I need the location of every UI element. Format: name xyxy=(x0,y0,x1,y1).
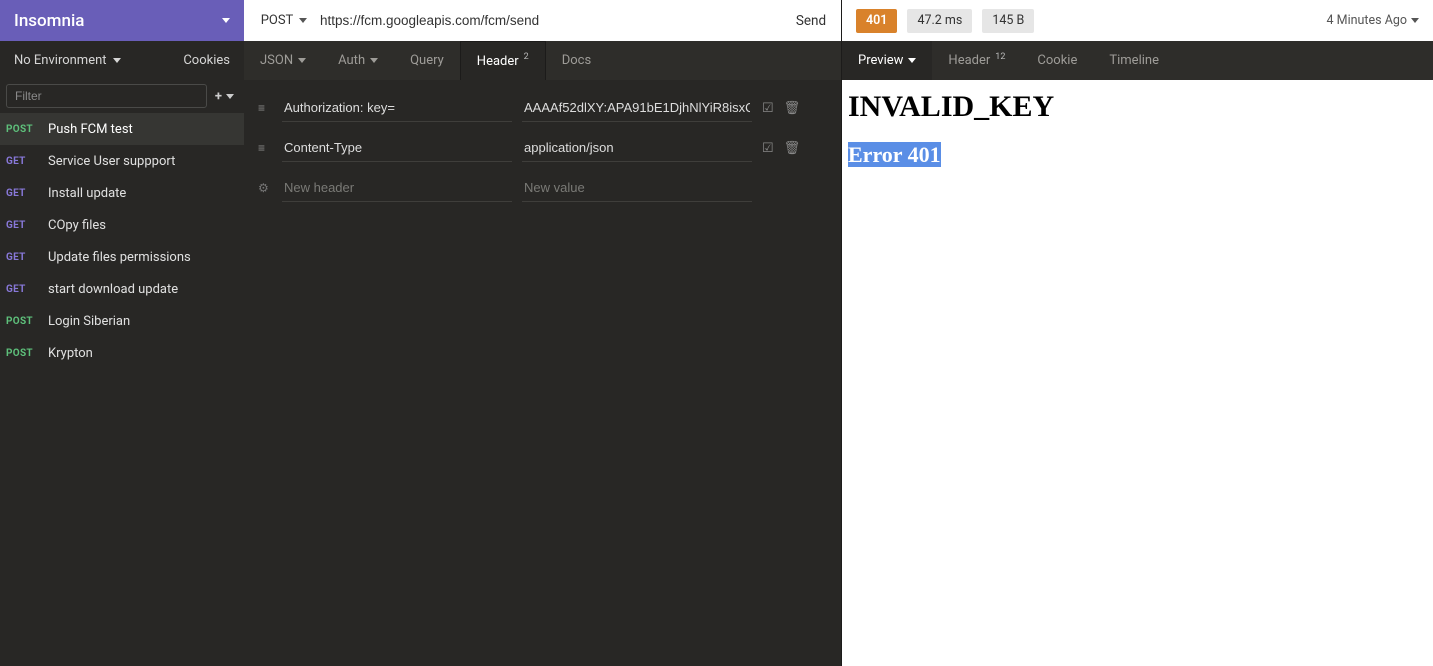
request-panel: POST Send JSON Auth Query Header 2 xyxy=(244,0,842,666)
filter-input[interactable] xyxy=(6,84,207,108)
chevron-down-icon xyxy=(1411,18,1419,23)
request-method-label: GET xyxy=(6,188,38,199)
method-dropdown[interactable]: POST xyxy=(244,13,314,28)
request-item[interactable]: POST Krypton xyxy=(0,337,244,369)
header-row-new: ⚙ ☑🗑 xyxy=(258,168,827,208)
request-item[interactable]: GET COpy files xyxy=(0,209,244,241)
workspace-header[interactable]: Insomnia xyxy=(0,0,244,41)
request-list: POST Push FCM test GET Service User supppor… xyxy=(0,113,244,369)
environment-label: No Environment xyxy=(14,53,107,68)
toggle-header-icon[interactable]: ☑ xyxy=(762,101,774,116)
chevron-down-icon xyxy=(298,58,306,63)
header-row: ≡ ☑ 🗑 xyxy=(258,88,827,128)
environment-row: No Environment Cookies xyxy=(0,41,244,79)
method-label: POST xyxy=(261,13,294,28)
request-item[interactable]: GET Update files permissions xyxy=(0,241,244,273)
response-time-pill: 47.2 ms xyxy=(907,9,972,33)
chevron-down-icon xyxy=(226,94,234,99)
chevron-down-icon xyxy=(113,58,121,63)
header-value-input[interactable] xyxy=(522,94,752,122)
response-body: INVALID_KEY Error 401 xyxy=(842,80,1433,666)
request-name-label: Install update xyxy=(48,186,126,201)
request-method-label: POST xyxy=(6,316,38,327)
delete-header-icon[interactable]: 🗑 xyxy=(784,101,801,116)
filter-row: + xyxy=(0,79,244,113)
tab-json[interactable]: JSON xyxy=(244,41,322,80)
request-tabs: JSON Auth Query Header 2 Docs xyxy=(244,41,841,80)
response-error-heading: Error 401 xyxy=(848,142,941,167)
gear-icon[interactable]: ⚙ xyxy=(258,181,272,195)
chevron-down-icon xyxy=(908,58,916,63)
header-key-input[interactable] xyxy=(282,94,512,122)
chevron-down-icon xyxy=(222,18,230,23)
chevron-down-icon xyxy=(370,58,378,63)
tab-docs[interactable]: Docs xyxy=(546,41,607,80)
tab-cookie[interactable]: Cookie xyxy=(1021,41,1093,80)
request-method-label: GET xyxy=(6,156,38,167)
response-tabs: Preview Header 12 Cookie Timeline xyxy=(842,41,1433,80)
toggle-header-icon[interactable]: ☑ xyxy=(762,141,774,156)
request-method-label: POST xyxy=(6,124,38,135)
tab-response-header[interactable]: Header 12 xyxy=(932,41,1021,80)
request-method-label: GET xyxy=(6,220,38,231)
header-row: ≡ ☑ 🗑 xyxy=(258,128,827,168)
tab-query[interactable]: Query xyxy=(394,41,460,80)
response-header-count-badge: 12 xyxy=(995,52,1005,62)
header-value-input[interactable] xyxy=(522,134,752,162)
tab-auth[interactable]: Auth xyxy=(322,41,394,80)
chevron-down-icon xyxy=(299,18,307,23)
request-method-label: GET xyxy=(6,252,38,263)
request-item[interactable]: POST Push FCM test xyxy=(0,113,244,145)
request-item[interactable]: GET start download update xyxy=(0,273,244,305)
plus-icon: + xyxy=(215,89,222,104)
url-input[interactable] xyxy=(314,13,781,28)
response-panel: 401 47.2 ms 145 B 4 Minutes Ago Preview … xyxy=(842,0,1433,666)
request-method-label: GET xyxy=(6,284,38,295)
tab-preview[interactable]: Preview xyxy=(842,41,932,80)
request-name-label: Login Siberian xyxy=(48,314,130,329)
tab-header[interactable]: Header 2 xyxy=(460,41,546,80)
request-name-label: start download update xyxy=(48,282,178,297)
response-size-pill: 145 B xyxy=(982,9,1034,33)
request-name-label: Service User suppport xyxy=(48,154,175,169)
request-name-label: Update files permissions xyxy=(48,250,191,265)
headers-editor: ≡ ☑ 🗑 ≡ ☑ 🗑 ⚙ ☑� xyxy=(244,80,841,666)
response-history-dropdown[interactable]: 4 Minutes Ago xyxy=(1327,13,1419,28)
add-request-button[interactable]: + xyxy=(215,89,234,104)
request-name-label: Krypton xyxy=(48,346,93,361)
response-title: INVALID_KEY xyxy=(848,90,1427,124)
header-key-input[interactable] xyxy=(282,134,512,162)
sidebar: Insomnia No Environment Cookies + POST Pu… xyxy=(0,0,244,666)
environment-dropdown[interactable]: No Environment xyxy=(14,53,121,68)
send-button[interactable]: Send xyxy=(781,0,841,41)
request-item[interactable]: GET Install update xyxy=(0,177,244,209)
response-status-bar: 401 47.2 ms 145 B 4 Minutes Ago xyxy=(842,0,1433,41)
new-header-key-input[interactable] xyxy=(282,174,512,202)
header-count-badge: 2 xyxy=(524,52,529,62)
status-code-pill: 401 xyxy=(856,9,897,33)
request-method-label: POST xyxy=(6,348,38,359)
response-age-label: 4 Minutes Ago xyxy=(1327,13,1407,28)
request-name-label: Push FCM test xyxy=(48,122,133,137)
drag-handle-icon[interactable]: ≡ xyxy=(258,141,272,155)
app-title: Insomnia xyxy=(14,11,84,31)
tab-timeline[interactable]: Timeline xyxy=(1093,41,1175,80)
new-header-value-input[interactable] xyxy=(522,174,752,202)
cookies-button[interactable]: Cookies xyxy=(183,53,230,68)
request-item[interactable]: GET Service User suppport xyxy=(0,145,244,177)
delete-header-icon[interactable]: 🗑 xyxy=(784,141,801,156)
request-item[interactable]: POST Login Siberian xyxy=(0,305,244,337)
drag-handle-icon[interactable]: ≡ xyxy=(258,101,272,115)
url-bar: POST Send xyxy=(244,0,841,41)
request-name-label: COpy files xyxy=(48,218,106,233)
